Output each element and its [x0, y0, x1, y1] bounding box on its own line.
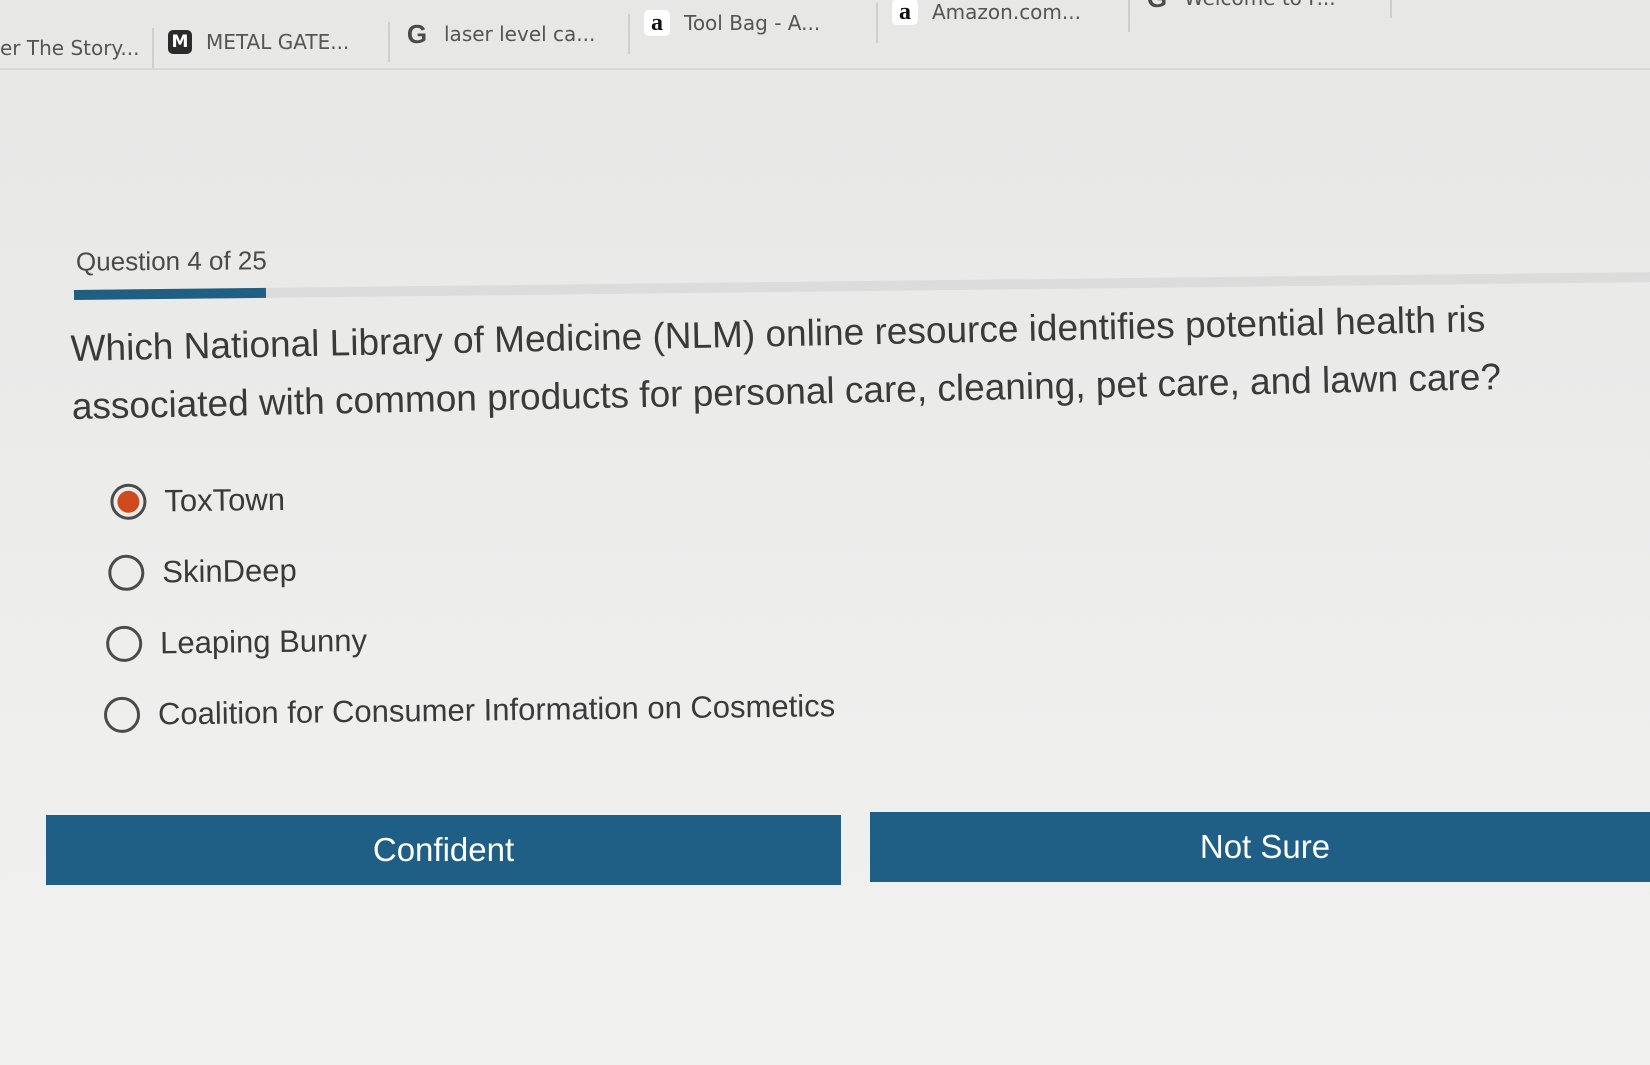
tab-label: er The Story...	[0, 36, 140, 60]
option-skindeep[interactable]: SkinDeep	[108, 528, 834, 608]
tab-tool-bag[interactable]: a Tool Bag - A...	[630, 3, 878, 43]
google-icon: G	[406, 18, 428, 49]
confident-button[interactable]: Confident	[46, 815, 841, 885]
tab-label: Welcome to F...	[1184, 0, 1336, 10]
radio-button[interactable]	[103, 696, 141, 733]
m-site-icon: M	[168, 30, 192, 54]
tab-the-story[interactable]: er The Story...	[0, 28, 154, 68]
browser-bookmark-bar: er The Story... M METAL GATE... G laser …	[0, 0, 1650, 72]
progress-bar-fill	[73, 287, 267, 300]
question-text: Which National Library of Medicine (NLM)…	[70, 286, 1650, 436]
option-label: Leaping Bunny	[159, 622, 368, 660]
tab-amazon[interactable]: a Amazon.com...	[878, 0, 1130, 32]
tab-metal-gate[interactable]: M METAL GATE...	[154, 22, 390, 62]
answer-options: ToxTown SkinDeep Leaping Bunny Coalition…	[103, 457, 836, 750]
radio-dot	[117, 490, 140, 513]
google-icon: G	[1144, 0, 1170, 13]
question-counter: Question 4 of 25	[75, 245, 267, 277]
tab-label: laser level ca...	[444, 22, 596, 46]
tab-divider	[0, 68, 1650, 70]
tab-label: METAL GATE...	[206, 30, 350, 54]
option-coalition-cosmetics[interactable]: Coalition for Consumer Information on Co…	[103, 670, 836, 750]
tab-welcome[interactable]: G Welcome to F...	[1130, 0, 1392, 18]
option-toxtown[interactable]: ToxTown	[110, 457, 833, 537]
tab-label: Tool Bag - A...	[684, 11, 821, 35]
tab-label: Amazon.com...	[932, 0, 1081, 24]
amazon-icon: a	[892, 0, 918, 25]
amazon-icon: a	[644, 10, 670, 36]
radio-button[interactable]	[105, 625, 143, 662]
option-label: ToxTown	[164, 481, 286, 518]
radio-button-selected[interactable]	[110, 483, 147, 520]
radio-button[interactable]	[108, 554, 145, 591]
option-leaping-bunny[interactable]: Leaping Bunny	[105, 599, 835, 679]
option-label: SkinDeep	[162, 552, 297, 589]
tab-laser-level[interactable]: G laser level ca...	[390, 14, 630, 54]
not-sure-button[interactable]: Not Sure	[870, 812, 1650, 882]
option-label: Coalition for Consumer Information on Co…	[157, 687, 836, 731]
